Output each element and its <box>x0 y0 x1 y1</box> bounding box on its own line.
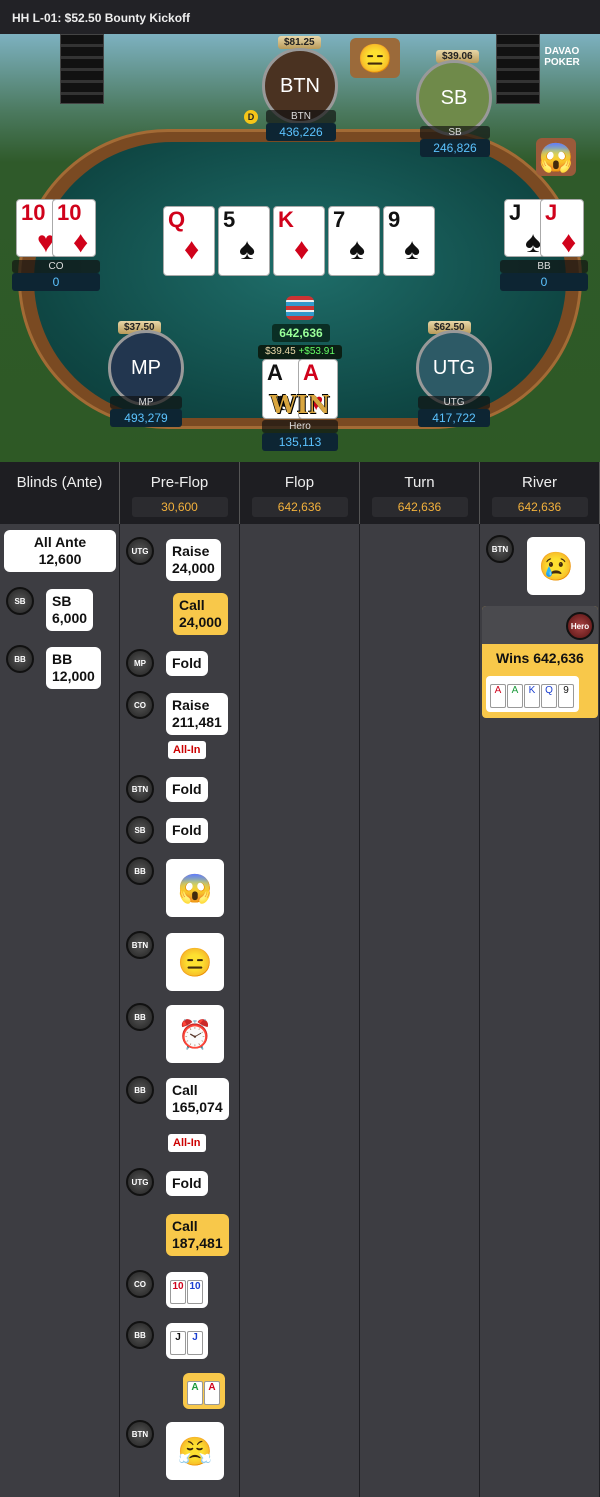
utg-avatar[interactable]: UTG <box>416 330 492 406</box>
window-title: HH L-01: $52.50 Bounty Kickoff <box>0 0 600 34</box>
sb-emote-icon: 😱 <box>536 138 576 176</box>
sb-badge: SB <box>6 587 34 615</box>
action-utg-fold: Fold <box>166 1171 208 1196</box>
col-blinds-header[interactable]: Blinds (Ante) <box>0 462 120 524</box>
btn-badge-3: BTN <box>126 1420 154 1448</box>
action-btn-fold: Fold <box>166 777 208 802</box>
btn-chips: 436,226 <box>266 123 336 141</box>
action-hero-call-2: Call 187,481 <box>166 1214 229 1256</box>
board-card-2: 5 ♠ <box>218 206 270 276</box>
bb-badge-pf: BB <box>126 857 154 885</box>
hero-wins-text: Wins 642,636 <box>496 650 584 666</box>
co-shows-cards: 10 10 <box>166 1272 208 1308</box>
utg-badge-2: UTG <box>126 1168 154 1196</box>
action-co-raise: Raise 211,481 <box>166 693 228 735</box>
flop-pot: 642,636 <box>251 497 348 517</box>
btn-angry-emote-icon: 😤 <box>166 1422 224 1480</box>
brand-logo: DAVAO POKER <box>544 46 580 68</box>
poker-table-view: DAVAO POKER $81.25 BTN D BTN 436,226 😑 $… <box>0 34 600 462</box>
speaker-right <box>496 34 540 104</box>
action-mp-fold: Fold <box>166 651 208 676</box>
utg-badge: UTG <box>126 537 154 565</box>
bb-shows-cards: JJ <box>166 1323 208 1359</box>
bb-allin-badge: All-In <box>168 1134 206 1152</box>
hero-bounty-row: $39.45 +$53.91 <box>258 345 342 359</box>
sb-avatar[interactable]: SB <box>416 60 492 136</box>
board-card-1: Q ♦ <box>163 206 215 276</box>
utg-chips: 417,722 <box>418 409 490 427</box>
board-card-3: K ♦ <box>273 206 325 276</box>
btn-badge-2: BTN <box>126 931 154 959</box>
btn-name: BTN <box>266 110 336 123</box>
col-flop-header[interactable]: Flop 642,636 <box>240 462 360 524</box>
hero-win-panel: Hero Wins 642,636 AAKQ9 <box>482 606 598 718</box>
pot-amount: 642,636 <box>272 324 330 342</box>
action-sb-fold: Fold <box>166 818 208 843</box>
bb-badge-3: BB <box>126 1076 154 1104</box>
co-chips: 0 <box>12 273 100 291</box>
dealer-button-icon: D <box>244 110 258 124</box>
bb-card-2: J <box>545 200 558 225</box>
hero-bounty: $39.45 <box>265 346 296 357</box>
col-river-header[interactable]: River 642,636 <box>480 462 600 524</box>
river-pot: 642,636 <box>491 497 588 517</box>
col-flop <box>240 524 360 1497</box>
ante-entry: All Ante 12,600 <box>4 530 116 572</box>
co-badge-2: CO <box>126 1270 154 1298</box>
mp-name: MP <box>110 396 182 409</box>
col-preflop-header[interactable]: Pre-Flop 30,600 <box>120 462 240 524</box>
hero-name: Hero <box>262 420 338 433</box>
col-turn-header[interactable]: Turn 642,636 <box>360 462 480 524</box>
action-bb-call: Call 165,074 <box>166 1078 229 1120</box>
bb-badge-2: BB <box>126 1003 154 1031</box>
bb-blind-entry: BB 12,000 <box>46 647 101 689</box>
mp-chips: 493,279 <box>110 409 182 427</box>
action-hero-call: Call 24,000 <box>173 593 228 635</box>
utg-name: UTG <box>418 396 490 409</box>
bb-card-1: J <box>509 200 522 225</box>
col-turn <box>360 524 480 1497</box>
speaker-left <box>60 34 104 104</box>
board-card-5: 9 ♠ <box>383 206 435 276</box>
win-label: WIN <box>269 390 331 419</box>
btn-badge-river: BTN <box>486 535 514 563</box>
co-card-2: 10 <box>57 200 82 225</box>
co-name: CO <box>12 260 100 273</box>
btn-badge: BTN <box>126 775 154 803</box>
hero-chips: 135,113 <box>262 433 338 451</box>
bb-scream-emote-icon: 😱 <box>166 859 224 917</box>
btn-river-emote-icon: 😢 <box>527 537 585 595</box>
chip-stack-icon <box>286 296 314 320</box>
co-allin-badge: All-In <box>168 741 206 759</box>
sb-chips: 246,826 <box>420 139 490 157</box>
hero-gain: +$53.91 <box>298 346 335 357</box>
bb-name: BB <box>500 260 588 273</box>
co-badge: CO <box>126 691 154 719</box>
alarm-clock-emote-icon: ⏰ <box>166 1005 224 1063</box>
bb-badge-4: BB <box>126 1321 154 1349</box>
btn-emote-icon: 😑 <box>350 38 400 78</box>
preflop-pot: 30,600 <box>131 497 228 517</box>
btn-meh-emote-icon: 😑 <box>166 933 224 991</box>
turn-pot: 642,636 <box>371 497 468 517</box>
bb-chips: 0 <box>500 273 588 291</box>
hero-shows-cards: AA <box>183 1373 225 1409</box>
sb-blind-entry: SB 6,000 <box>46 589 94 631</box>
board-card-4: 7 ♠ <box>328 206 380 276</box>
action-utg-raise: Raise 24,000 <box>166 539 221 581</box>
mp-avatar[interactable]: MP <box>108 330 184 406</box>
winning-hand: AAKQ9 <box>486 676 579 712</box>
bb-badge: BB <box>6 645 34 673</box>
hand-history: Blinds (Ante) Pre-Flop 30,600 Flop 642,636… <box>0 462 600 1497</box>
co-card-1: 10 <box>21 200 46 225</box>
sb-badge-pf: SB <box>126 816 154 844</box>
sb-name: SB <box>420 126 490 139</box>
mp-badge: MP <box>126 649 154 677</box>
hero-badge: Hero <box>566 612 594 640</box>
